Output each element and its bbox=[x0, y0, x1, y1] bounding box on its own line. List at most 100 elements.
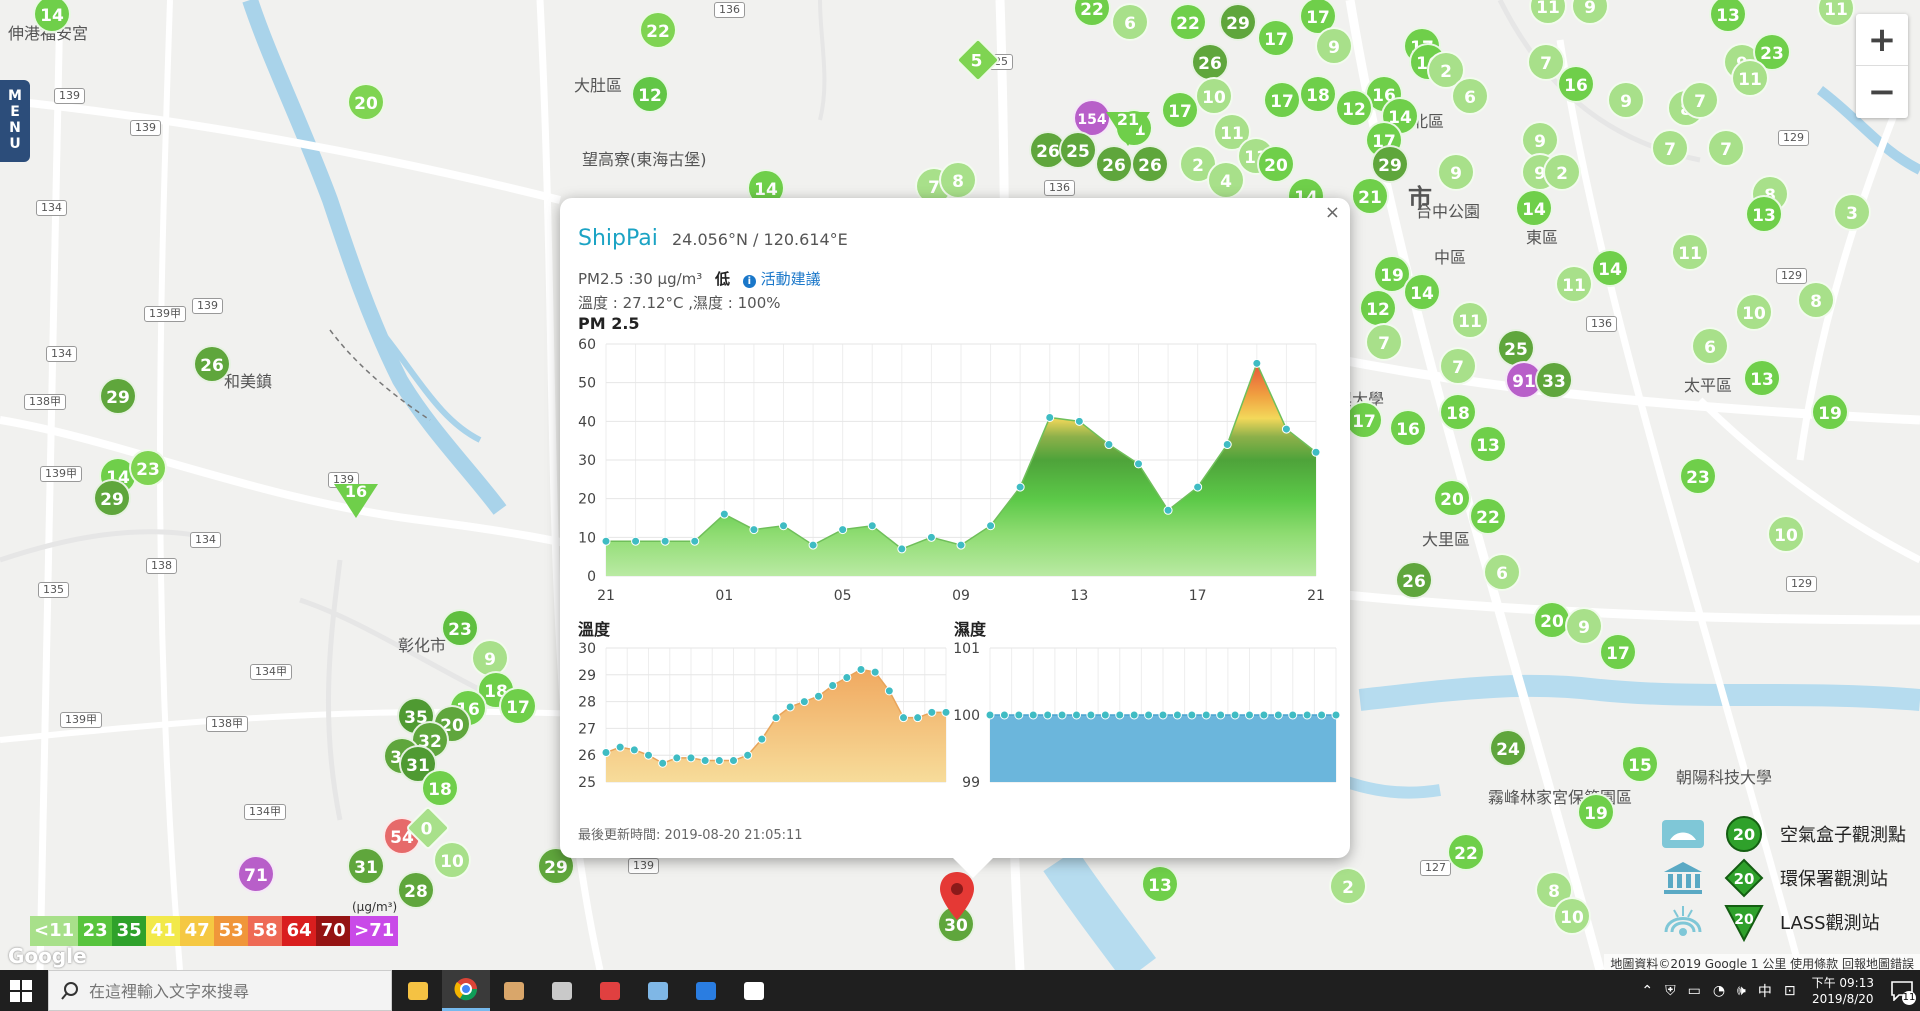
airbox-station-marker[interactable]: 71 bbox=[237, 855, 275, 893]
airbox-station-marker[interactable]: 31 bbox=[347, 847, 385, 885]
airbox-station-marker[interactable]: 6 bbox=[1451, 77, 1489, 115]
airbox-station-marker[interactable]: 12 bbox=[631, 75, 669, 113]
airbox-station-marker[interactable]: 33 bbox=[1535, 361, 1573, 399]
airbox-station-marker[interactable]: 22 bbox=[1447, 833, 1485, 871]
airbox-station-marker[interactable]: 14 bbox=[1515, 189, 1553, 227]
airbox-station-marker[interactable]: 16 bbox=[1557, 65, 1595, 103]
airbox-station-marker[interactable]: 17 bbox=[1257, 19, 1295, 57]
airbox-station-marker[interactable]: 2 bbox=[1543, 153, 1581, 191]
file-explorer-icon[interactable] bbox=[394, 970, 442, 1011]
airbox-station-marker[interactable]: 11 bbox=[1451, 301, 1489, 339]
airbox-station-marker[interactable]: 29 bbox=[99, 377, 137, 415]
map-attribution[interactable]: 地圖資料©2019 Google 1 公里 使用條款 回報地圖錯誤 bbox=[1604, 954, 1920, 970]
airbox-station-marker[interactable]: 10 bbox=[1767, 515, 1805, 553]
tray-wifi-icon[interactable]: ◔ bbox=[1713, 983, 1725, 999]
airbox-station-marker[interactable]: 28 bbox=[397, 871, 435, 909]
airbox-station-marker[interactable]: 2 bbox=[1329, 867, 1367, 905]
tray-volume-icon[interactable]: 🕪 bbox=[1737, 983, 1746, 999]
chrome-icon[interactable] bbox=[442, 970, 490, 1011]
airbox-station-marker[interactable]: 10 bbox=[433, 841, 471, 879]
map-canvas[interactable]: 伸港福安宮 大肚區 望高寮(東海古堡) 和美鎮 彰化市 北區 東區 中區 台中公園 中興大學 太平區… bbox=[0, 0, 1920, 970]
popup-close-button[interactable]: × bbox=[1325, 202, 1340, 223]
airbox-station-marker[interactable]: 9 bbox=[1565, 607, 1603, 645]
airbox-station-marker[interactable]: 17 bbox=[1161, 91, 1199, 129]
airbox-station-marker[interactable]: 26 bbox=[1095, 145, 1133, 183]
airbox-station-marker[interactable]: 26 bbox=[1131, 145, 1169, 183]
app-icon-4[interactable] bbox=[538, 970, 586, 1011]
airbox-station-marker[interactable]: 22 bbox=[639, 11, 677, 49]
airbox-station-marker[interactable]: 10 bbox=[1735, 293, 1773, 331]
airbox-station-marker[interactable]: 12 bbox=[1359, 289, 1397, 327]
airbox-station-marker[interactable]: 6 bbox=[1691, 327, 1729, 365]
menu-button[interactable]: MENU bbox=[0, 80, 30, 162]
zoom-out-button[interactable]: − bbox=[1856, 66, 1908, 118]
notification-center-button[interactable]: 11 bbox=[1884, 970, 1920, 1011]
lass-station-marker[interactable]: 21 bbox=[1106, 110, 1150, 146]
airbox-station-marker[interactable]: 10 bbox=[1195, 77, 1233, 115]
location-pin-icon[interactable] bbox=[940, 872, 974, 920]
airbox-station-marker[interactable]: 29 bbox=[1219, 3, 1257, 41]
app-icon-3[interactable] bbox=[490, 970, 538, 1011]
airbox-station-marker[interactable]: 18 bbox=[1299, 75, 1337, 113]
airbox-station-marker[interactable]: 4 bbox=[1207, 161, 1245, 199]
taskbar-clock[interactable]: 下午 09:13 2019/8/20 bbox=[1812, 975, 1874, 1007]
airbox-station-marker[interactable]: 7 bbox=[1365, 323, 1403, 361]
airbox-station-marker[interactable]: 24 bbox=[1489, 729, 1527, 767]
airbox-station-marker[interactable]: 20 bbox=[1433, 479, 1471, 517]
airbox-station-marker[interactable]: 7 bbox=[1707, 129, 1745, 167]
taskbar-search[interactable] bbox=[48, 970, 392, 1011]
tray-security-icon[interactable]: ⛨ bbox=[1665, 983, 1676, 999]
airbox-station-marker[interactable]: 11 bbox=[1555, 265, 1593, 303]
airbox-station-marker[interactable]: 9 bbox=[1437, 153, 1475, 191]
airbox-station-marker[interactable]: 13 bbox=[1141, 865, 1179, 903]
airbox-station-marker[interactable]: 7 bbox=[1439, 347, 1477, 385]
airbox-station-marker[interactable]: 25 bbox=[1059, 131, 1097, 169]
airbox-station-marker[interactable]: 17 bbox=[1599, 633, 1637, 671]
airbox-station-marker[interactable]: 16 bbox=[1389, 409, 1427, 447]
airbox-station-marker[interactable]: 29 bbox=[93, 479, 131, 517]
airbox-station-marker[interactable]: 23 bbox=[129, 449, 167, 487]
airbox-station-marker[interactable]: 23 bbox=[1679, 457, 1717, 495]
zoom-in-button[interactable]: + bbox=[1856, 14, 1908, 66]
tray-ime-icon[interactable]: ⊡ bbox=[1784, 983, 1796, 999]
airbox-station-marker[interactable]: 10 bbox=[1553, 897, 1591, 935]
airbox-station-marker[interactable]: 7 bbox=[1651, 129, 1689, 167]
airbox-station-marker[interactable]: 14 bbox=[1403, 273, 1441, 311]
airbox-station-marker[interactable]: 13 bbox=[1743, 359, 1781, 397]
airbox-station-marker[interactable]: 14 bbox=[1591, 249, 1629, 287]
airbox-station-marker[interactable]: 23 bbox=[441, 609, 479, 647]
airbox-station-marker[interactable]: 8 bbox=[1797, 281, 1835, 319]
bluetooth-icon[interactable] bbox=[682, 970, 730, 1011]
taskbar-search-input[interactable] bbox=[89, 980, 379, 1002]
airbox-station-marker[interactable]: 26 bbox=[1191, 43, 1229, 81]
airbox-station-marker[interactable]: 12 bbox=[1335, 89, 1373, 127]
activity-advice-link[interactable]: i 活動建議 bbox=[742, 270, 821, 288]
airbox-station-marker[interactable]: 22 bbox=[1469, 497, 1507, 535]
airbox-station-marker[interactable]: 18 bbox=[1439, 393, 1477, 431]
app-icon-6[interactable] bbox=[634, 970, 682, 1011]
airbox-station-marker[interactable]: 6 bbox=[1111, 3, 1149, 41]
tray-battery-icon[interactable]: ▭ bbox=[1688, 983, 1701, 999]
windows-start-icon[interactable] bbox=[10, 980, 32, 1002]
airbox-station-marker[interactable]: 26 bbox=[193, 345, 231, 383]
airbox-station-marker[interactable]: 21 bbox=[1351, 177, 1389, 215]
lass-station-marker[interactable]: 16 bbox=[334, 482, 378, 518]
tray-input-language[interactable]: 中 bbox=[1758, 981, 1772, 1001]
airbox-station-marker[interactable]: 20 bbox=[347, 83, 385, 121]
airbox-station-marker[interactable]: 15 bbox=[1621, 745, 1659, 783]
airbox-station-marker[interactable]: 19 bbox=[1577, 793, 1615, 831]
airbox-station-marker[interactable]: 9 bbox=[1315, 27, 1353, 65]
app-icon-5[interactable] bbox=[586, 970, 634, 1011]
airbox-station-marker[interactable]: 17 bbox=[1263, 81, 1301, 119]
airbox-station-marker[interactable]: 17 bbox=[499, 687, 537, 725]
tray-chevron-up-icon[interactable]: ⌃ bbox=[1641, 983, 1653, 999]
airbox-station-marker[interactable]: 7 bbox=[1681, 81, 1719, 119]
airbox-station-marker[interactable]: 26 bbox=[1395, 561, 1433, 599]
airbox-station-marker[interactable]: 19 bbox=[1811, 393, 1849, 431]
airbox-station-marker[interactable]: 22 bbox=[1169, 3, 1207, 41]
settings-gear-icon[interactable] bbox=[730, 970, 778, 1011]
airbox-station-marker[interactable]: 18 bbox=[421, 769, 459, 807]
airbox-station-marker[interactable]: 3 bbox=[1833, 193, 1871, 231]
airbox-station-marker[interactable]: 11 bbox=[1671, 233, 1709, 271]
airbox-station-marker[interactable]: 17 bbox=[1345, 401, 1383, 439]
